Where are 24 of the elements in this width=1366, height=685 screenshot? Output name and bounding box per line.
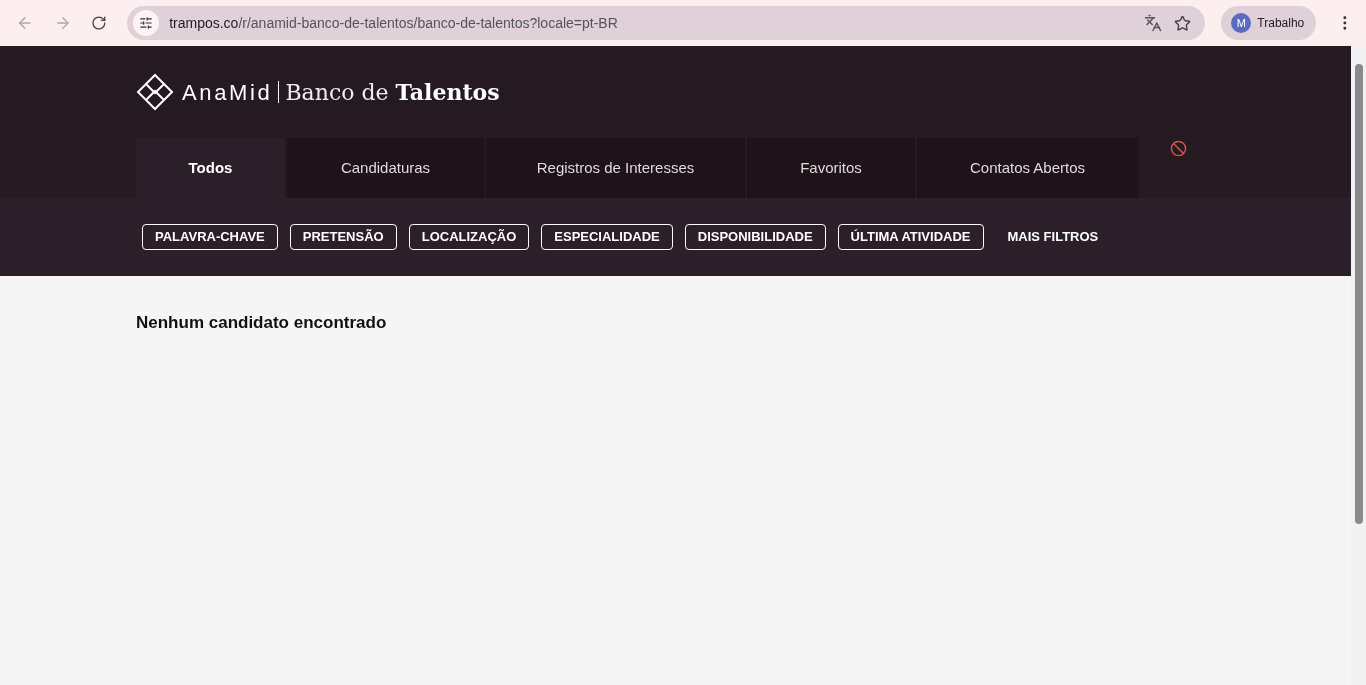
filter-button[interactable]: PRETENSÃO [289,224,397,250]
filter-button[interactable]: PALAVRA-CHAVE [142,224,278,250]
tab[interactable]: Candidaturas [287,138,484,198]
reload-icon[interactable] [91,15,108,31]
translate-icon[interactable] [1144,14,1163,32]
logo-icon [136,73,174,111]
bookmark-star-icon[interactable] [1174,14,1192,32]
filter-button[interactable]: LOCALIZAÇÃO [408,224,530,250]
tab[interactable]: Registros de Interesses [486,138,745,198]
filter-button[interactable]: DISPONIBILIDADE [684,224,826,250]
url-text: trampos.co/r/anamid-banco-de-talentos/banco-de-talentos?locale=pt-BR [169,13,618,33]
address-bar[interactable]: trampos.co/r/anamid-banco-de-talentos/banco-de-talentos?locale=pt-BR [127,6,1206,40]
site-settings-icon[interactable] [133,10,160,36]
filter-button[interactable]: ESPECIALIDADE [541,224,673,250]
tab[interactable]: Contatos Abertos [917,138,1138,198]
filter-button[interactable]: ÚLTIMA ATIVIDADE [837,224,984,250]
tab[interactable]: Todos [136,138,285,198]
tab[interactable]: Favoritos [747,138,915,198]
brand-name: AnaMid [182,78,273,107]
empty-message: Nenhum candidato encontrado [136,313,387,332]
blocked-icon[interactable] [1170,140,1187,157]
more-filters-button[interactable]: MAIS FILTROS [995,224,1111,250]
profile-button[interactable]: M Trabalho [1221,6,1317,40]
page-title: Banco de Talentos [285,77,500,107]
